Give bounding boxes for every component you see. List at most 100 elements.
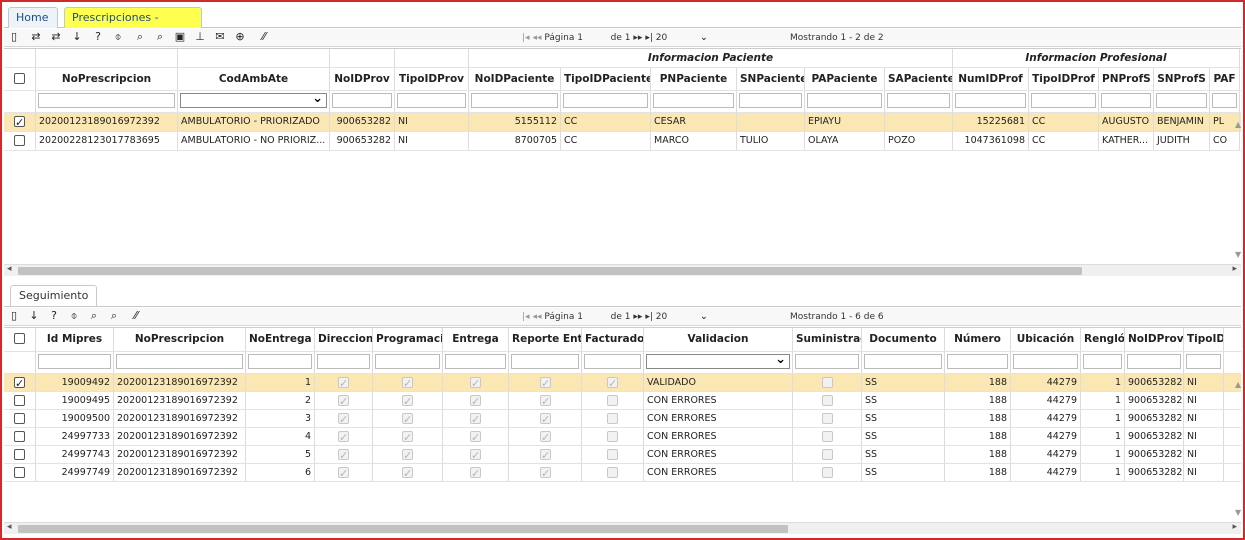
column-header-paf[interactable]: PAF	[1210, 68, 1240, 90]
filter-input-noidprov[interactable]	[1127, 354, 1181, 369]
help-icon[interactable]: ?	[48, 309, 60, 323]
filter-input-noprescripcion[interactable]	[116, 354, 243, 369]
filter-input-noentrega[interactable]	[248, 354, 312, 369]
column-header-noprescripcion[interactable]: NoPrescripcion	[36, 68, 178, 90]
column-header-suministrado[interactable]: Suministrado	[793, 328, 862, 351]
filter-input-programacion[interactable]	[375, 354, 440, 369]
column-header-tipoidprov[interactable]: TipoIDProv	[395, 68, 469, 90]
filter-input-noidpaciente[interactable]	[471, 93, 558, 108]
filter-input-id-mipres[interactable]	[38, 354, 111, 369]
bottom-horizontal-scrollbar[interactable]: ◂ ▸	[4, 522, 1241, 534]
prev-page-icon[interactable]: ◂◂	[532, 312, 541, 322]
first-page-icon[interactable]: |◂	[522, 33, 530, 43]
filter-select-validacion[interactable]	[646, 352, 790, 369]
row-checkbox[interactable]	[14, 413, 25, 424]
scroll-left-icon[interactable]: ◂	[7, 522, 12, 532]
column-header-papaciente[interactable]: PAPaciente	[805, 68, 885, 90]
column-header-reporte-entre[interactable]: Reporte Entre	[509, 328, 582, 351]
select-all-checkbox[interactable]	[14, 73, 25, 84]
column-header-facturado[interactable]: Facturado	[582, 328, 644, 351]
table-row[interactable]: 24997733202001231890169723924 CON ERRORES…	[4, 428, 1241, 446]
column-header-ubicación[interactable]: Ubicación	[1011, 328, 1081, 351]
scrollbar-thumb[interactable]	[18, 525, 788, 533]
filter-input-tipoidprof[interactable]	[1031, 93, 1096, 108]
filter-input-suministrado[interactable]	[795, 354, 859, 369]
table-row[interactable]: 19009495202001231890169723922 CON ERRORES…	[4, 392, 1241, 410]
scroll-right-icon[interactable]: ▸	[1232, 264, 1237, 274]
row-checkbox[interactable]	[14, 395, 25, 406]
filter-input-snpaciente[interactable]	[739, 93, 802, 108]
filter-input-numidprof[interactable]	[955, 93, 1026, 108]
pin-icon[interactable]: ⊥	[194, 30, 206, 44]
column-header-entrega[interactable]: Entrega	[443, 328, 509, 351]
last-page-icon[interactable]: ▸|	[645, 312, 653, 322]
top-horizontal-scrollbar[interactable]: ◂ ▸	[4, 264, 1241, 276]
new-icon[interactable]: ▯	[8, 30, 20, 44]
filter-input-direccionac[interactable]	[317, 354, 370, 369]
filter-input-documento[interactable]	[864, 354, 942, 369]
filter-input-facturado[interactable]	[584, 354, 641, 369]
column-header-snpaciente[interactable]: SNPaciente	[737, 68, 805, 90]
table-row[interactable]: 20200228123017783695 AMBULATORIO - NO PRI…	[4, 132, 1241, 151]
select-all-checkbox[interactable]	[14, 333, 25, 344]
row-checkbox[interactable]	[14, 135, 25, 146]
column-header-noidprov[interactable]: NoIDProv	[330, 68, 395, 90]
filter-input-pnprofs[interactable]	[1101, 93, 1151, 108]
scroll-right-icon[interactable]: ▸	[1232, 522, 1237, 532]
search-alt-icon[interactable]: ⌕	[154, 30, 166, 44]
page-size-select[interactable]: 20 ⌄	[656, 312, 708, 322]
filter-input-sapaciente[interactable]	[887, 93, 950, 108]
table-row[interactable]: 19009492202001231890169723921VALIDADOSS1…	[4, 374, 1241, 392]
scroll-up-icon[interactable]: ▲	[1235, 380, 1241, 389]
scroll-down-icon[interactable]: ▼	[1235, 250, 1241, 259]
filter-input-tipoidprov[interactable]	[397, 93, 466, 108]
filter-input-ubicación[interactable]	[1013, 354, 1078, 369]
table-row[interactable]: 24997749202001231890169723926 CON ERRORES…	[4, 464, 1241, 482]
last-page-icon[interactable]: ▸|	[645, 33, 653, 43]
swap-icon[interactable]: ⇄	[50, 30, 62, 44]
new-icon[interactable]: ▯	[8, 309, 20, 323]
column-header-codambate[interactable]: CodAmbAte	[178, 68, 330, 90]
scroll-left-icon[interactable]: ◂	[7, 264, 12, 274]
resize-icon[interactable]: ⁄⁄	[130, 309, 142, 323]
filter-input-pnpaciente[interactable]	[653, 93, 734, 108]
table-row[interactable]: 19009500202001231890169723923 CON ERRORES…	[4, 410, 1241, 428]
filter-input-tipoidf[interactable]	[1186, 354, 1221, 369]
search-icon[interactable]: ⌕	[134, 30, 146, 44]
refresh-icon[interactable]: ⇄	[30, 30, 42, 44]
column-header-noentrega[interactable]: NoEntrega	[246, 328, 315, 351]
search-alt-icon[interactable]: ⌕	[108, 309, 120, 323]
column-header-documento[interactable]: Documento	[862, 328, 945, 351]
row-checkbox[interactable]	[14, 431, 25, 442]
column-header-validacion[interactable]: Validacion	[644, 328, 793, 351]
scroll-down-icon[interactable]: ▼	[1235, 508, 1241, 517]
column-header-programacion[interactable]: Programacion	[373, 328, 443, 351]
column-header-pnprofs[interactable]: PNProfS	[1099, 68, 1154, 90]
resize-icon[interactable]: ⁄⁄	[258, 30, 270, 44]
add-circle-icon[interactable]: ⊕	[234, 30, 246, 44]
scroll-up-icon[interactable]: ▲	[1235, 120, 1241, 129]
next-page-icon[interactable]: ▸▸	[633, 312, 642, 322]
column-header-sapaciente[interactable]: SAPaciente	[885, 68, 953, 90]
filter-input-reporte-entre[interactable]	[511, 354, 579, 369]
column-header-noidpaciente[interactable]: NoIDPaciente	[469, 68, 561, 90]
filter-input-tipoidpaciente[interactable]	[563, 93, 648, 108]
filter-input-papaciente[interactable]	[807, 93, 882, 108]
row-checkbox[interactable]	[14, 467, 25, 478]
mail-icon[interactable]: ✉	[214, 30, 226, 44]
column-header-numidprof[interactable]: NumIDProf	[953, 68, 1029, 90]
filter-input-número[interactable]	[947, 354, 1008, 369]
filter-select-codambate[interactable]	[180, 91, 327, 108]
page-size-select[interactable]: 20 ⌄	[656, 33, 708, 43]
filter-input-paf[interactable]	[1212, 93, 1237, 108]
column-header-tipoidf[interactable]: TipoIDF	[1184, 328, 1224, 351]
filter-input-noprescripcion[interactable]	[38, 93, 175, 108]
tab-home[interactable]: Home	[8, 7, 58, 28]
column-header-renglón[interactable]: Renglón	[1081, 328, 1125, 351]
help-icon[interactable]: ?	[92, 30, 104, 44]
column-header-noidprov[interactable]: NoIDProv	[1125, 328, 1184, 351]
filter-input-renglón[interactable]	[1083, 354, 1122, 369]
down-arrow-icon[interactable]: ↓	[28, 309, 40, 323]
tab-prescripciones[interactable]: Prescripciones -[eepre]×	[64, 7, 202, 43]
table-row[interactable]: 24997743202001231890169723925 CON ERRORES…	[4, 446, 1241, 464]
